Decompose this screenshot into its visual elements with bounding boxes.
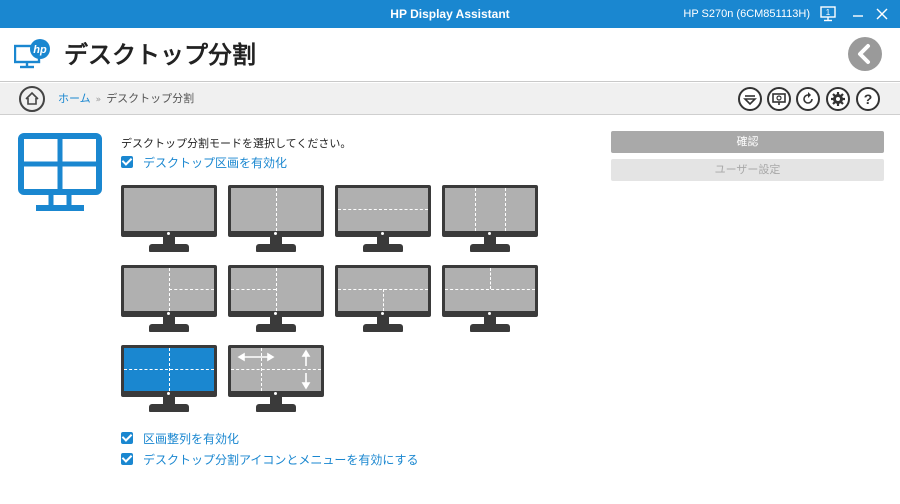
layout-option-four-quadrants[interactable]	[121, 345, 217, 413]
layout-screen	[445, 188, 535, 231]
layout-option-left-plus-two-right[interactable]	[121, 265, 217, 333]
home-icon[interactable]	[19, 86, 45, 112]
layout-option-custom-resizable[interactable]	[228, 345, 324, 413]
page-header: hp デスクトップ分割	[0, 28, 900, 82]
breadcrumb: ホーム » デスクトップ分割	[58, 83, 194, 116]
refresh-icon[interactable]	[796, 87, 820, 111]
page-title: デスクトップ分割	[64, 41, 256, 69]
breadcrumb-separator: »	[95, 95, 102, 105]
breadcrumb-bar: ホーム » デスクトップ分割 ?	[0, 83, 900, 115]
layout-screen	[231, 188, 321, 231]
confirm-button[interactable]: 確認	[611, 131, 884, 153]
instruction-text: デスクトップ分割モードを選択してください。	[121, 137, 352, 150]
svg-text:?: ?	[864, 91, 873, 107]
gear-icon[interactable]	[826, 87, 850, 111]
layout-screen	[231, 268, 321, 311]
layout-screen	[124, 188, 214, 231]
layout-screen	[445, 268, 535, 311]
resize-arrows-icon	[237, 349, 311, 390]
checkbox-checked-icon[interactable]	[121, 432, 133, 444]
svg-text:hp: hp	[33, 44, 47, 56]
breadcrumb-home-link[interactable]: ホーム	[58, 92, 91, 105]
user-settings-button[interactable]: ユーザー設定	[611, 159, 884, 181]
enable-partition-label: デスクトップ区画を有効化	[143, 155, 288, 170]
layout-option-two-vertical[interactable]	[228, 185, 324, 253]
layout-screen	[338, 188, 428, 231]
checkbox-checked-icon[interactable]	[121, 453, 133, 465]
enable-snap-checkbox[interactable]: 区画整列を有効化	[121, 430, 239, 446]
enable-icon-menu-label: デスクトップ分割アイコンとメニューを有効にする	[143, 452, 419, 467]
desktop-partition-icon	[18, 133, 102, 215]
layout-option-two-horizontal[interactable]	[335, 185, 431, 253]
help-icon[interactable]: ?	[856, 87, 880, 111]
monitor-settings-icon[interactable]	[767, 87, 791, 111]
layout-option-full[interactable]	[121, 185, 217, 253]
enable-icon-menu-checkbox[interactable]: デスクトップ分割アイコンとメニューを有効にする	[121, 451, 419, 467]
enable-snap-label: 区画整列を有効化	[143, 431, 240, 446]
minimize-icon[interactable]	[848, 4, 868, 24]
enable-partition-checkbox[interactable]: デスクトップ区画を有効化	[121, 154, 287, 170]
close-icon[interactable]	[872, 4, 892, 24]
monitor-name: HP S270n (6CM851113H)	[683, 8, 810, 20]
monitor-number-icon[interactable]: 1	[818, 4, 838, 24]
layout-option-top-plus-two-bottom[interactable]	[335, 265, 431, 333]
layout-screen	[124, 348, 214, 391]
hp-display-logo-icon: hp	[13, 38, 52, 70]
checkbox-checked-icon[interactable]	[121, 156, 133, 168]
layout-option-two-left-plus-right[interactable]	[228, 265, 324, 333]
title-bar: HP Display Assistant HP S270n (6CM851113…	[0, 0, 900, 28]
layout-screen	[124, 268, 214, 311]
breadcrumb-current: デスクトップ分割	[106, 92, 195, 105]
layout-screen	[338, 268, 428, 311]
svg-text:1: 1	[826, 8, 831, 17]
menu-down-icon[interactable]	[738, 87, 762, 111]
back-arrow-icon[interactable]	[848, 37, 882, 71]
layout-option-three-columns[interactable]	[442, 185, 538, 253]
layout-option-top-left-right-split[interactable]	[442, 265, 538, 333]
layout-screen	[231, 348, 321, 391]
